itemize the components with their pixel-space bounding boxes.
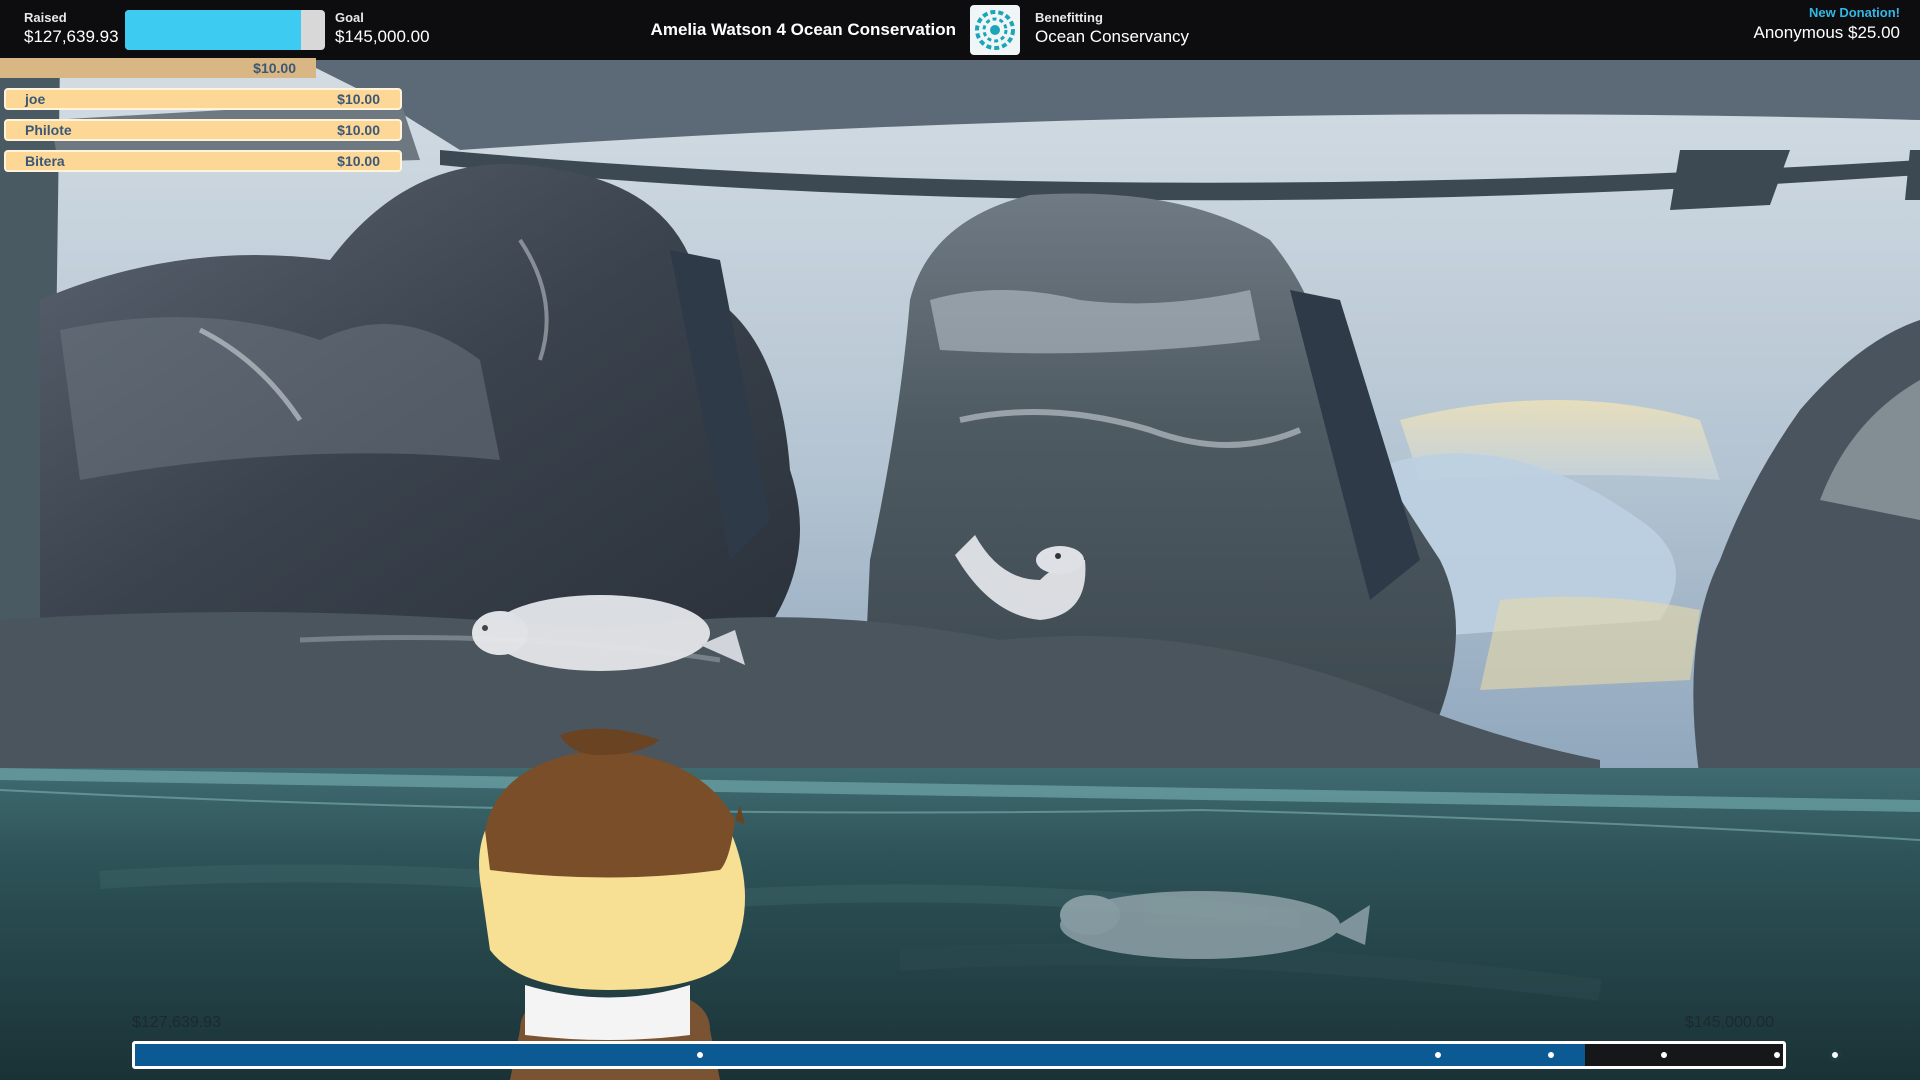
donation-list-item: Philote $10.00 bbox=[4, 119, 402, 141]
donation-top-amount: $10.00 bbox=[253, 60, 296, 76]
stream-title: Amelia Watson 4 Ocean Conservation bbox=[650, 20, 956, 39]
ocean-conservancy-logo-icon bbox=[970, 5, 1020, 55]
raised-label: Raised bbox=[24, 10, 67, 25]
donation-list-item: joe $10.00 bbox=[4, 88, 402, 110]
goal-progress-fill bbox=[125, 10, 301, 50]
donation-amount: $10.00 bbox=[337, 122, 380, 138]
donor-name: Philote bbox=[25, 122, 72, 138]
milestone-marker bbox=[1771, 1049, 1783, 1061]
donor-name: joe bbox=[25, 91, 46, 107]
goal-label: Goal bbox=[335, 10, 364, 25]
raised-value: $127,639.93 bbox=[24, 27, 119, 46]
charity-top-bar: Raised $127,639.93 Goal $145,000.00 Amel… bbox=[0, 0, 1920, 60]
donation-list-item: Bitera $10.00 bbox=[4, 150, 402, 172]
donor-name: Bitera bbox=[25, 153, 65, 169]
goal-section: Goal $145,000.00 bbox=[335, 10, 430, 48]
benefitting-value: Ocean Conservancy bbox=[1035, 27, 1190, 46]
benefitting-label: Benefitting bbox=[1035, 10, 1103, 25]
milestone-marker bbox=[1432, 1049, 1444, 1061]
raised-section: Raised $127,639.93 bbox=[24, 10, 119, 48]
bottom-progress-bar bbox=[132, 1041, 1786, 1069]
new-donation-label: New Donation! bbox=[1809, 5, 1900, 20]
donation-list: joe $10.00 Philote $10.00 Bitera $10.00 bbox=[4, 88, 402, 181]
milestone-marker bbox=[1545, 1049, 1557, 1061]
donation-amount: $10.00 bbox=[337, 91, 380, 107]
benefitting-section: Benefitting Ocean Conservancy bbox=[1035, 10, 1189, 48]
progress-end-label: $145,000.00 bbox=[1685, 1014, 1774, 1031]
bottom-progress-fill bbox=[135, 1044, 1586, 1066]
new-donation-text: Anonymous $25.00 bbox=[1753, 23, 1901, 42]
new-donation-alert: New Donation! Anonymous $25.00 bbox=[1754, 5, 1901, 45]
goal-value: $145,000.00 bbox=[335, 27, 430, 46]
progress-start-label: $127,639.93 bbox=[132, 1014, 221, 1031]
milestone-marker bbox=[1658, 1049, 1670, 1061]
goal-progress-bar bbox=[125, 10, 325, 50]
donation-amount: $10.00 bbox=[337, 153, 380, 169]
milestone-marker bbox=[1829, 1049, 1841, 1061]
donation-top-item: $10.00 bbox=[0, 58, 316, 78]
milestone-marker bbox=[694, 1049, 706, 1061]
